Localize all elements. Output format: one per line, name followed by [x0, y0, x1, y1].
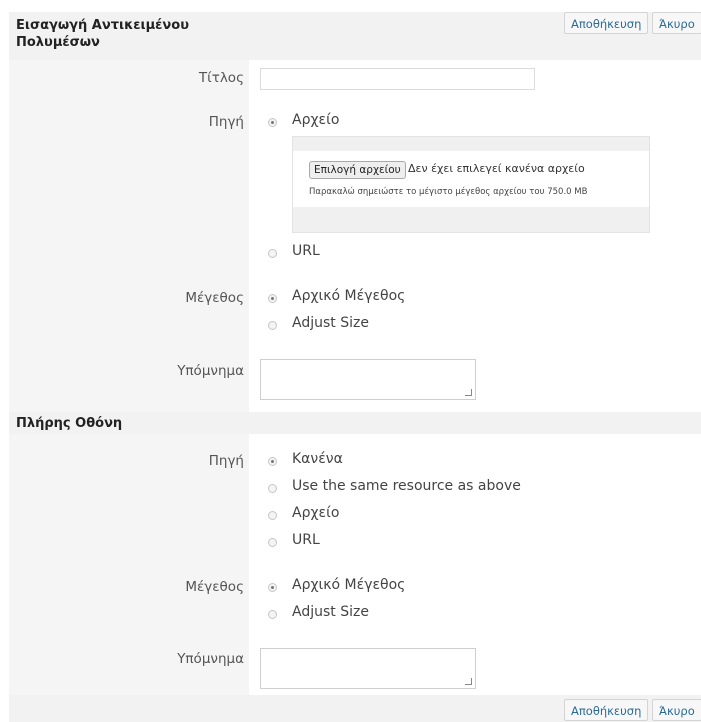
upload-panel-inner: Επιλογή αρχείου Δεν έχει επιλεγεί κανένα… — [293, 151, 649, 207]
fs-source-label: Πηγή — [208, 453, 244, 469]
fs-source-file-radio[interactable] — [268, 511, 277, 520]
media-section-title-line1: Εισαγωγή Αντικειμένου — [16, 18, 189, 33]
size-original-radio[interactable] — [268, 294, 277, 303]
fs-source-url-radio[interactable] — [268, 538, 277, 547]
fullscreen-section-title: Πλήρης Οθόνη — [16, 416, 123, 431]
source-file-label: Αρχείο — [292, 112, 340, 128]
source-url-label: URL — [292, 243, 320, 259]
fs-size-adjust-label: Adjust Size — [292, 604, 369, 620]
title-input[interactable] — [260, 68, 535, 90]
source-file-radio[interactable] — [268, 118, 277, 127]
label-column-band — [9, 60, 249, 412]
resize-grip-icon[interactable] — [465, 389, 472, 396]
fs-source-file-label: Αρχείο — [292, 505, 340, 521]
source-label: Πηγή — [208, 114, 244, 130]
fs-size-original-radio[interactable] — [268, 583, 277, 592]
cancel-button-top[interactable]: Άκυρο — [652, 12, 701, 34]
size-adjust-radio[interactable] — [268, 321, 277, 330]
caption-label: Υπόμνημα — [177, 363, 244, 379]
source-url-radio[interactable] — [268, 249, 277, 258]
size-adjust-label: Adjust Size — [292, 315, 369, 331]
fs-caption-textarea[interactable] — [260, 648, 476, 689]
title-label: Τίτλος — [198, 70, 244, 86]
no-file-chosen-text: Δεν έχει επιλεγεί κανένα αρχείο — [408, 162, 585, 175]
upload-panel: Επιλογή αρχείου Δεν έχει επιλεγεί κανένα… — [292, 136, 650, 233]
fs-source-same-label: Use the same resource as above — [292, 478, 521, 494]
fs-size-label: Μέγεθος — [185, 579, 244, 595]
media-section-title: Εισαγωγή Αντικειμένου Πολυμέσων — [16, 17, 189, 51]
size-label: Μέγεθος — [185, 290, 244, 306]
fs-source-none-radio[interactable] — [268, 457, 277, 466]
choose-file-button[interactable]: Επιλογή αρχείου — [309, 161, 406, 179]
fs-size-original-label: Αρχικό Μέγεθος — [292, 577, 406, 593]
media-section-title-line2: Πολυμέσων — [16, 35, 100, 50]
caption-textarea[interactable] — [260, 359, 476, 400]
fs-size-adjust-radio[interactable] — [268, 610, 277, 619]
size-original-label: Αρχικό Μέγεθος — [292, 288, 406, 304]
cancel-button-bottom[interactable]: Άκυρο — [652, 699, 701, 721]
fs-source-url-label: URL — [292, 532, 320, 548]
fs-source-none-label: Κανένα — [292, 451, 343, 467]
save-button-bottom[interactable]: Αποθήκευση — [564, 699, 649, 721]
resize-grip-icon[interactable] — [465, 678, 472, 685]
fs-caption-label: Υπόμνημα — [177, 651, 244, 667]
max-file-size-note: Παρακαλώ σημειώστε το μέγιστο μέγεθος αρ… — [309, 187, 588, 197]
fs-source-same-radio[interactable] — [268, 484, 277, 493]
save-button-top[interactable]: Αποθήκευση — [564, 12, 649, 34]
